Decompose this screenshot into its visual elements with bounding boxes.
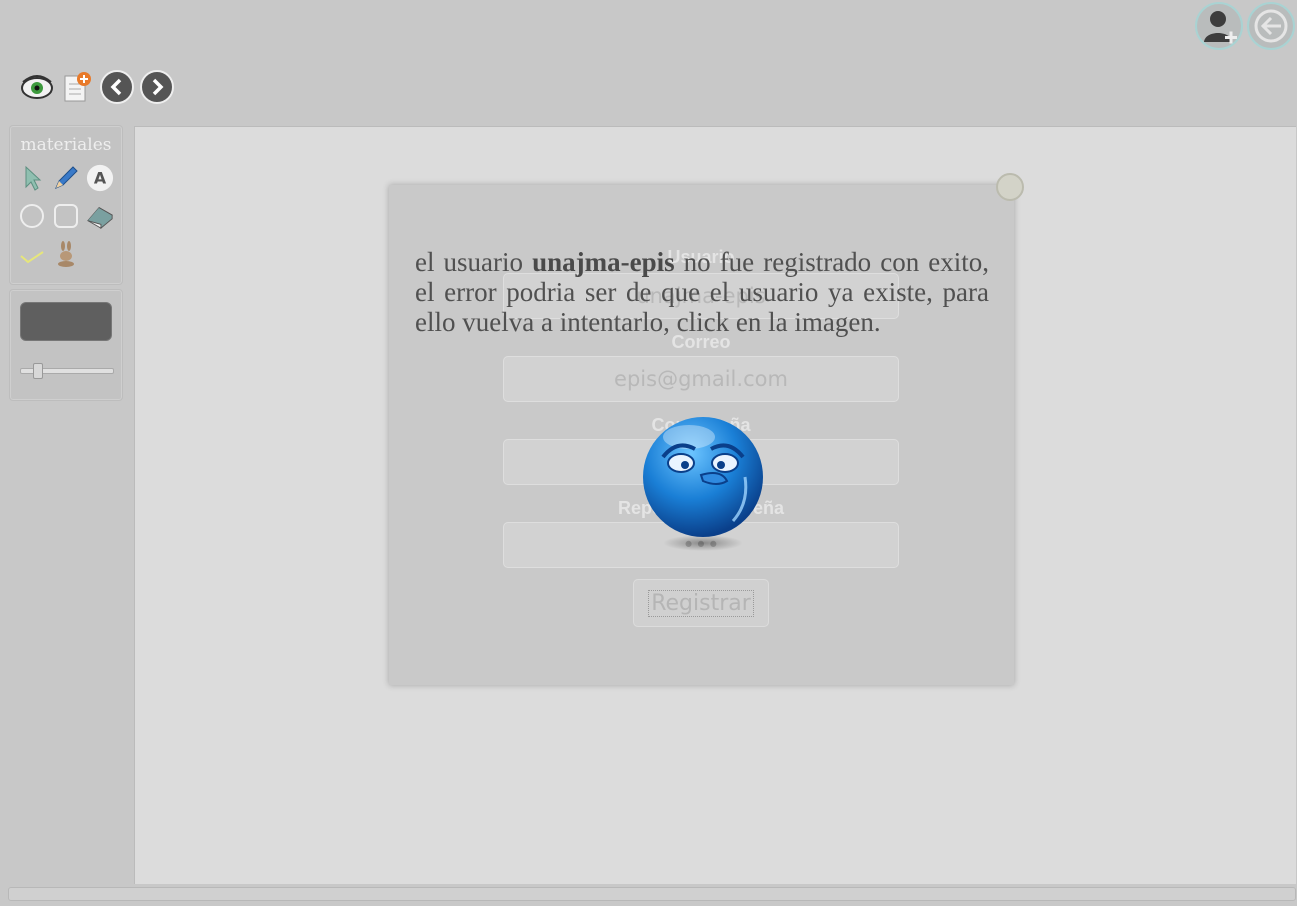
add-user-icon	[1204, 11, 1237, 44]
pointer-tool[interactable]	[18, 163, 46, 193]
size-slider[interactable]	[20, 363, 114, 379]
register-button[interactable]: Registrar	[633, 579, 769, 627]
pointer-icon	[25, 165, 42, 191]
close-dialog-button[interactable]	[996, 173, 1024, 201]
forward-arrow-icon	[152, 78, 164, 96]
check-icon	[20, 251, 44, 264]
error-username: unajma-epis	[532, 247, 675, 277]
preview-button[interactable]	[20, 70, 54, 104]
materials-title: materiales	[20, 135, 112, 155]
email-input[interactable]: epis@gmail.com	[503, 356, 899, 402]
text-tool[interactable]: A	[86, 163, 114, 193]
register-button-label: Registrar	[648, 589, 754, 617]
sticker-tool[interactable]	[52, 239, 80, 269]
new-document-icon	[64, 72, 91, 102]
header-actions	[1195, 2, 1295, 50]
rabbit-sticker-icon	[58, 241, 74, 267]
circle-tool-icon	[20, 204, 44, 228]
forward-button[interactable]	[140, 70, 174, 104]
style-panel	[9, 289, 123, 401]
color-picker[interactable]	[20, 302, 112, 341]
logout-button[interactable]	[1247, 2, 1295, 50]
sad-face-icon	[643, 417, 763, 551]
error-message: el usuario unajma-epis no fue registrado…	[415, 247, 989, 337]
logout-icon	[1254, 9, 1288, 43]
add-user-button[interactable]	[1195, 2, 1243, 50]
eye-icon	[21, 75, 53, 99]
horizontal-scrollbar[interactable]	[8, 887, 1296, 901]
new-document-button[interactable]	[60, 70, 94, 104]
back-button[interactable]	[100, 70, 134, 104]
size-slider-thumb[interactable]	[33, 363, 43, 379]
svg-text:A: A	[94, 169, 107, 188]
eraser-tool[interactable]	[86, 201, 114, 231]
text-tool-icon: A	[86, 164, 114, 192]
pencil-tool[interactable]	[52, 163, 80, 193]
materials-panel: materiales A	[9, 125, 123, 285]
rectangle-tool-icon	[54, 204, 78, 228]
rectangle-tool[interactable]	[52, 201, 80, 231]
eraser-icon	[87, 207, 113, 230]
back-arrow-icon	[110, 78, 122, 96]
pencil-icon	[55, 166, 78, 189]
sad-emoji-button[interactable]	[641, 415, 765, 555]
register-dialog: Usuario unajma-epis Correo epis@gmail.co…	[389, 185, 1014, 685]
check-tool[interactable]	[18, 239, 46, 269]
circle-tool[interactable]	[18, 201, 46, 231]
toolbar	[20, 70, 174, 104]
